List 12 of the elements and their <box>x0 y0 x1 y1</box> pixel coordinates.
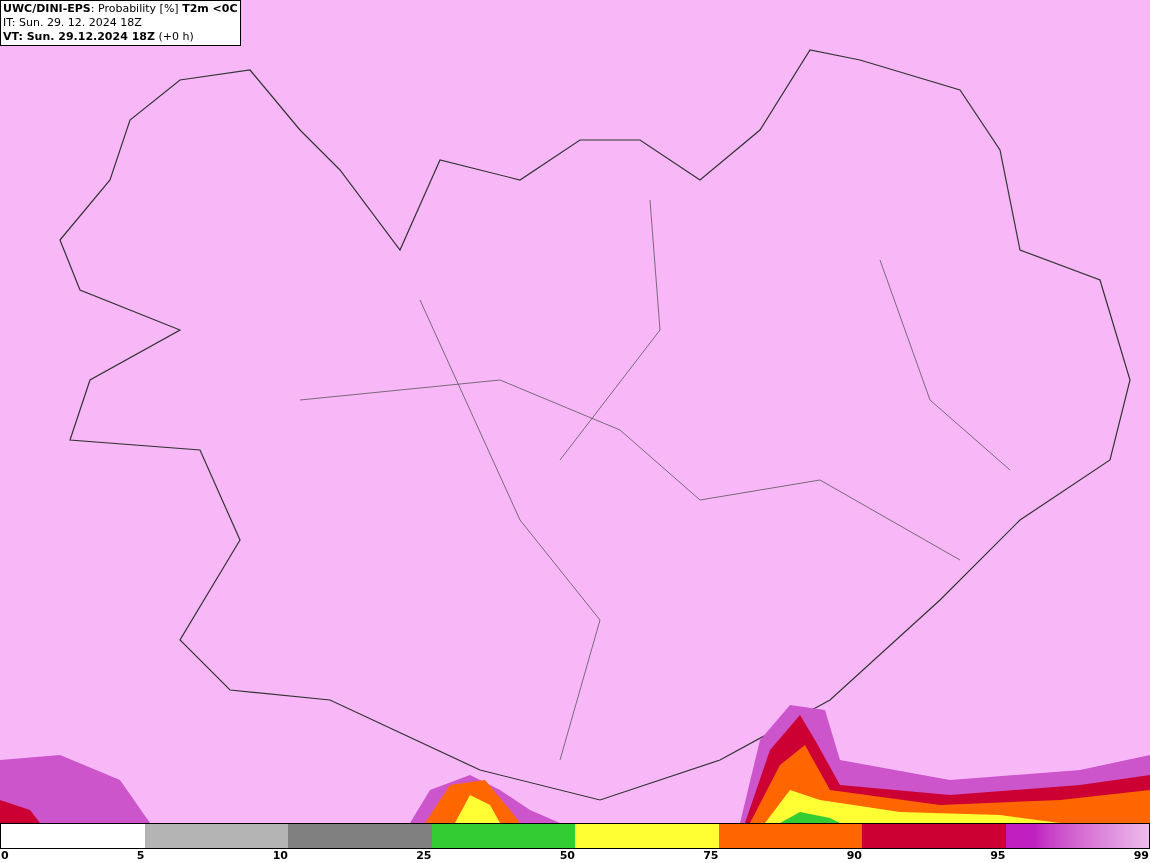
title-line: IT: Sun. 29. 12. 2024 18Z <box>3 16 143 30</box>
legend-label: 75 <box>703 849 719 863</box>
legend-label: 95 <box>990 849 1006 863</box>
legend-label: 5 <box>136 849 145 863</box>
legend-label: 25 <box>416 849 432 863</box>
title-line: UWC/DINI-EPS: Probability [%] T2m <0C <box>3 2 238 16</box>
title-line: VT: Sun. 29.12.2024 18Z (+0 h) <box>3 30 195 44</box>
legend-label: 99 <box>1133 849 1149 863</box>
legend-label: 90 <box>846 849 862 863</box>
legend-label: 10 <box>272 849 288 863</box>
legend-label: 50 <box>559 849 575 863</box>
legend-label: 0 <box>1 849 9 863</box>
